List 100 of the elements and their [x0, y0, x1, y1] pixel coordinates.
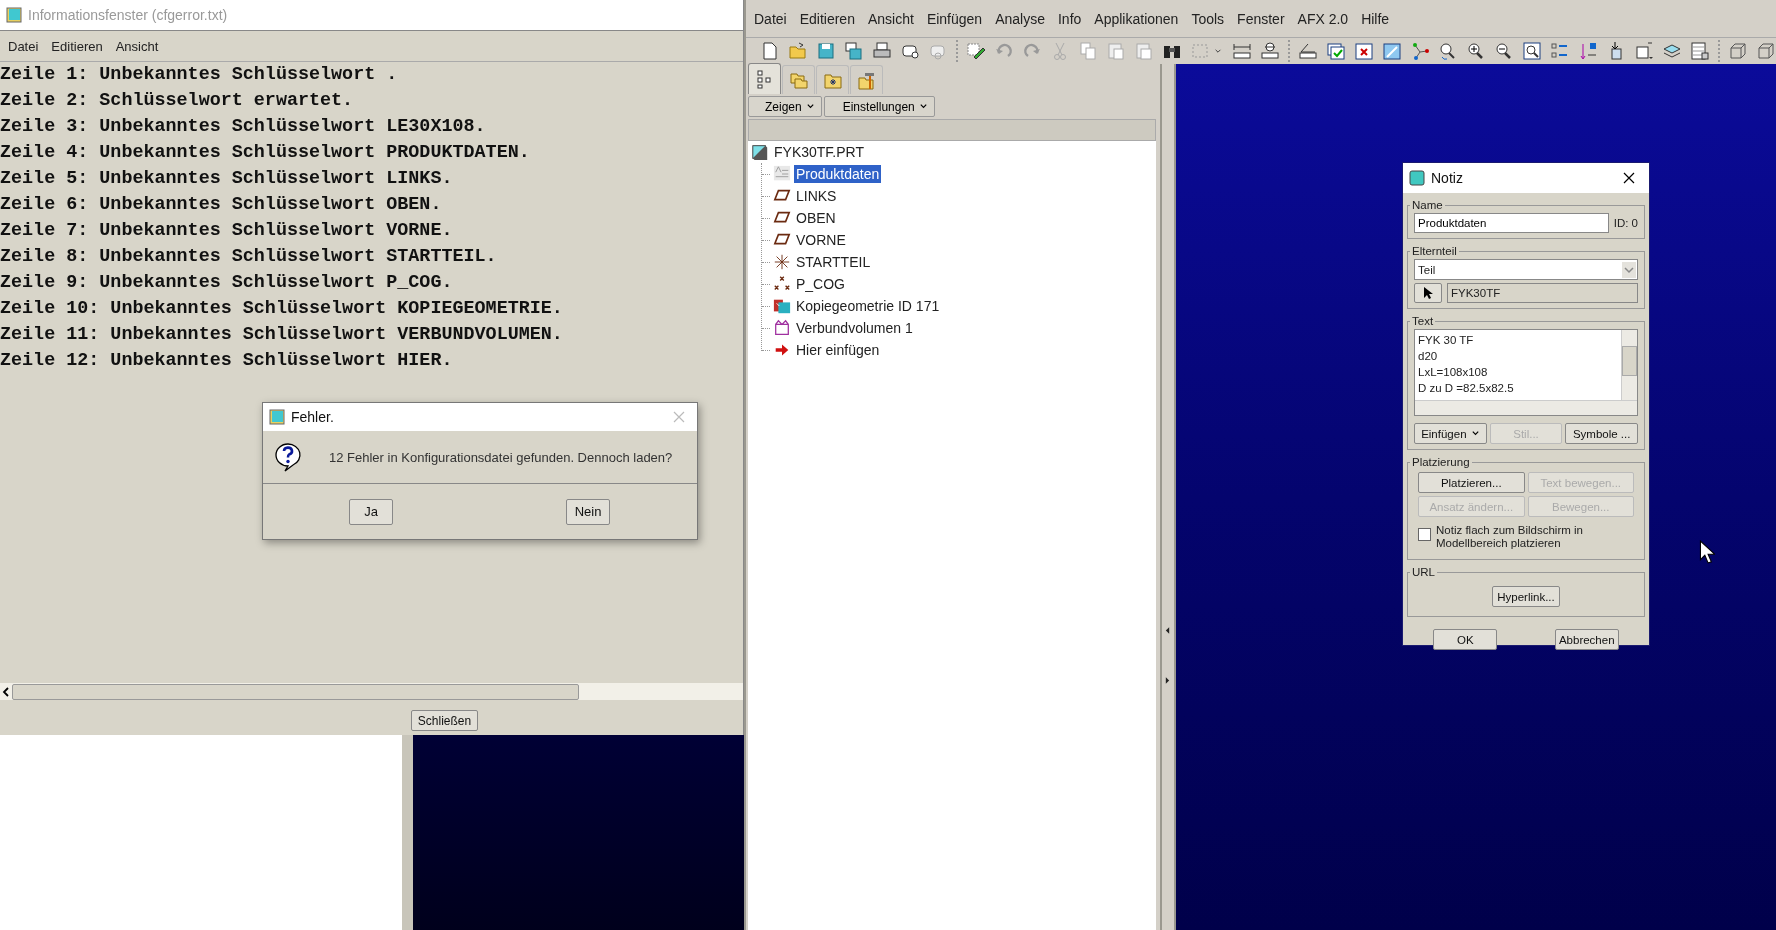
ruler-icon[interactable]: [1232, 41, 1252, 61]
group-label: Text: [1411, 315, 1435, 327]
placement-button[interactable]: Platzieren...: [1418, 472, 1525, 493]
text-lines-icon: [773, 165, 791, 183]
menu-item[interactable]: Tools: [1191, 10, 1225, 27]
new-file-icon[interactable]: [760, 41, 780, 61]
menu-item[interactable]: Ansicht: [867, 10, 914, 27]
clipboard-icon[interactable]: [1134, 41, 1154, 61]
table-icon[interactable]: [1690, 41, 1710, 61]
save-icon[interactable]: [816, 41, 836, 61]
text-field[interactable]: FYK 30 TF d20 LxL=108x108 D zu D =82.5x82.5: [1415, 330, 1621, 400]
dialog-message: 12 Fehler in Konfigurationsdatei gefunden. Dennoch laden?: [329, 449, 673, 465]
dropdown-button[interactable]: Einstellungen: [823, 96, 935, 117]
axes-icon: [773, 253, 791, 271]
menu-item[interactable]: Editieren: [799, 10, 855, 27]
error-line: Zeile 1: Unbekanntes Schlüsselwort .: [0, 63, 399, 87]
cube-icon[interactable]: [1728, 41, 1748, 61]
hyperlink-button[interactable]: Hyperlink...: [1492, 586, 1560, 607]
text-button[interactable]: Symbole ...: [1565, 423, 1638, 444]
ok-button[interactable]: OK: [1433, 629, 1498, 650]
parent-field[interactable]: FYK30TF: [1447, 283, 1638, 303]
tab[interactable]: [816, 65, 849, 94]
menu-item[interactable]: Editieren: [51, 38, 103, 54]
menu-item[interactable]: AFX 2.0: [1297, 10, 1349, 27]
menu-item[interactable]: Hilfe: [1361, 10, 1390, 27]
horizontal-scrollbar[interactable]: [0, 683, 743, 700]
open-folder-icon[interactable]: [788, 41, 808, 61]
error-line: Zeile 3: Unbekanntes Schlüsselwort LE30X108.: [0, 115, 487, 139]
menu-item[interactable]: Einfügen: [926, 10, 983, 27]
tree-item[interactable]: P_COG: [794, 275, 847, 293]
tab[interactable]: [748, 63, 781, 94]
text-button[interactable]: Einfügen: [1414, 423, 1487, 444]
window-icon: [6, 7, 22, 23]
points-icon: [773, 275, 791, 293]
close-icon[interactable]: [1623, 172, 1635, 184]
folders-icon: [788, 70, 809, 90]
tab[interactable]: [850, 65, 883, 94]
menu-item[interactable]: Datei: [754, 10, 787, 27]
caret-icon: [1622, 261, 1636, 278]
scrollbar-thumb[interactable]: [12, 683, 579, 700]
parameter-icon[interactable]: [1578, 41, 1598, 61]
checkbox[interactable]: [1418, 528, 1431, 541]
close-window-icon[interactable]: [1354, 41, 1374, 61]
pick-button[interactable]: [1414, 283, 1442, 303]
error-line: Zeile 12: Unbekanntes Schlüsselwort HIER.: [0, 349, 454, 373]
error-line: Zeile 10: Unbekanntes Schlüsselwort KOPIEGEOMETRIE.: [0, 297, 564, 321]
parent-type-dropdown[interactable]: Teil: [1414, 259, 1638, 280]
close-button[interactable]: Schließen: [410, 710, 479, 731]
tree-item[interactable]: STARTTEIL: [794, 253, 873, 271]
tree-item[interactable]: LINKS: [794, 187, 839, 205]
shaded-window-icon[interactable]: [1382, 41, 1402, 61]
tree-item[interactable]: Hier einfügen: [794, 341, 882, 359]
cube-icon[interactable]: [1756, 41, 1776, 61]
tree-item[interactable]: Kopiegeometrie ID 171: [794, 297, 942, 315]
mouse-cursor-icon: [1699, 540, 1715, 564]
horizontal-scrollbar[interactable]: [1415, 400, 1637, 415]
printer-icon[interactable]: [872, 41, 892, 61]
vertical-scrollbar[interactable]: [1621, 330, 1637, 400]
cancel-button[interactable]: Abbrechen: [1554, 629, 1619, 650]
tree-item[interactable]: VORNE: [794, 231, 848, 249]
note-box-icon[interactable]: [1634, 41, 1654, 61]
name-field[interactable]: Produktdaten: [1414, 213, 1609, 233]
menu-item[interactable]: Fenster: [1237, 10, 1285, 27]
dialog-button[interactable]: Ja: [349, 498, 393, 525]
tree-item[interactable]: Produktdaten: [794, 165, 882, 183]
window-title: Informationsfenster (cfgerror.txt): [28, 7, 228, 23]
tree-item[interactable]: Verbundvolumen 1: [794, 319, 915, 337]
menu-item[interactable]: Info: [1057, 10, 1082, 27]
id-label: ID: 0: [1613, 217, 1638, 229]
window-icon: [269, 409, 285, 425]
part-icon: [751, 143, 769, 161]
menu-item[interactable]: Ansicht: [115, 38, 159, 54]
nodes-icon[interactable]: [1410, 41, 1430, 61]
window-icon: [1409, 170, 1425, 186]
dropdown-button[interactable]: Zeigen: [748, 96, 822, 117]
checked-window-icon[interactable]: [1326, 41, 1346, 61]
tree-item[interactable]: FYK30TF.PRT: [772, 143, 866, 161]
checkbox-label: Notiz flach zum Bildschirm in Modellbereich platzieren: [1436, 524, 1584, 550]
box-outline-icon: [773, 319, 791, 337]
list-arrows-icon[interactable]: [1550, 41, 1570, 61]
clipboard-icon[interactable]: [1106, 41, 1126, 61]
menu-item[interactable]: Applikationen: [1094, 10, 1179, 27]
menu-item[interactable]: Analyse: [995, 10, 1045, 27]
menu-item[interactable]: Datei: [8, 38, 39, 54]
question-bubble-icon: [273, 441, 303, 473]
save-copy-icon[interactable]: [844, 41, 864, 61]
tree-item[interactable]: OBEN: [794, 209, 838, 227]
left-arrow-icon[interactable]: [1165, 626, 1170, 635]
zoom-fit-icon[interactable]: [1522, 41, 1542, 61]
right-arrow-icon[interactable]: [1165, 676, 1170, 685]
caret-icon: [805, 102, 815, 111]
section-icon[interactable]: [1260, 41, 1280, 61]
caret-icon: [1470, 429, 1480, 438]
group-label: Platzierung: [1411, 456, 1471, 468]
pencil-icon[interactable]: [966, 41, 986, 61]
group-label: URL: [1411, 566, 1436, 578]
angle-icon[interactable]: [1298, 41, 1318, 61]
group-label: Elternteil: [1411, 245, 1458, 257]
dialog-button[interactable]: Nein: [566, 498, 610, 525]
error-line: Zeile 11: Unbekanntes Schlüsselwort VERBUNDVOLUMEN.: [0, 323, 564, 347]
